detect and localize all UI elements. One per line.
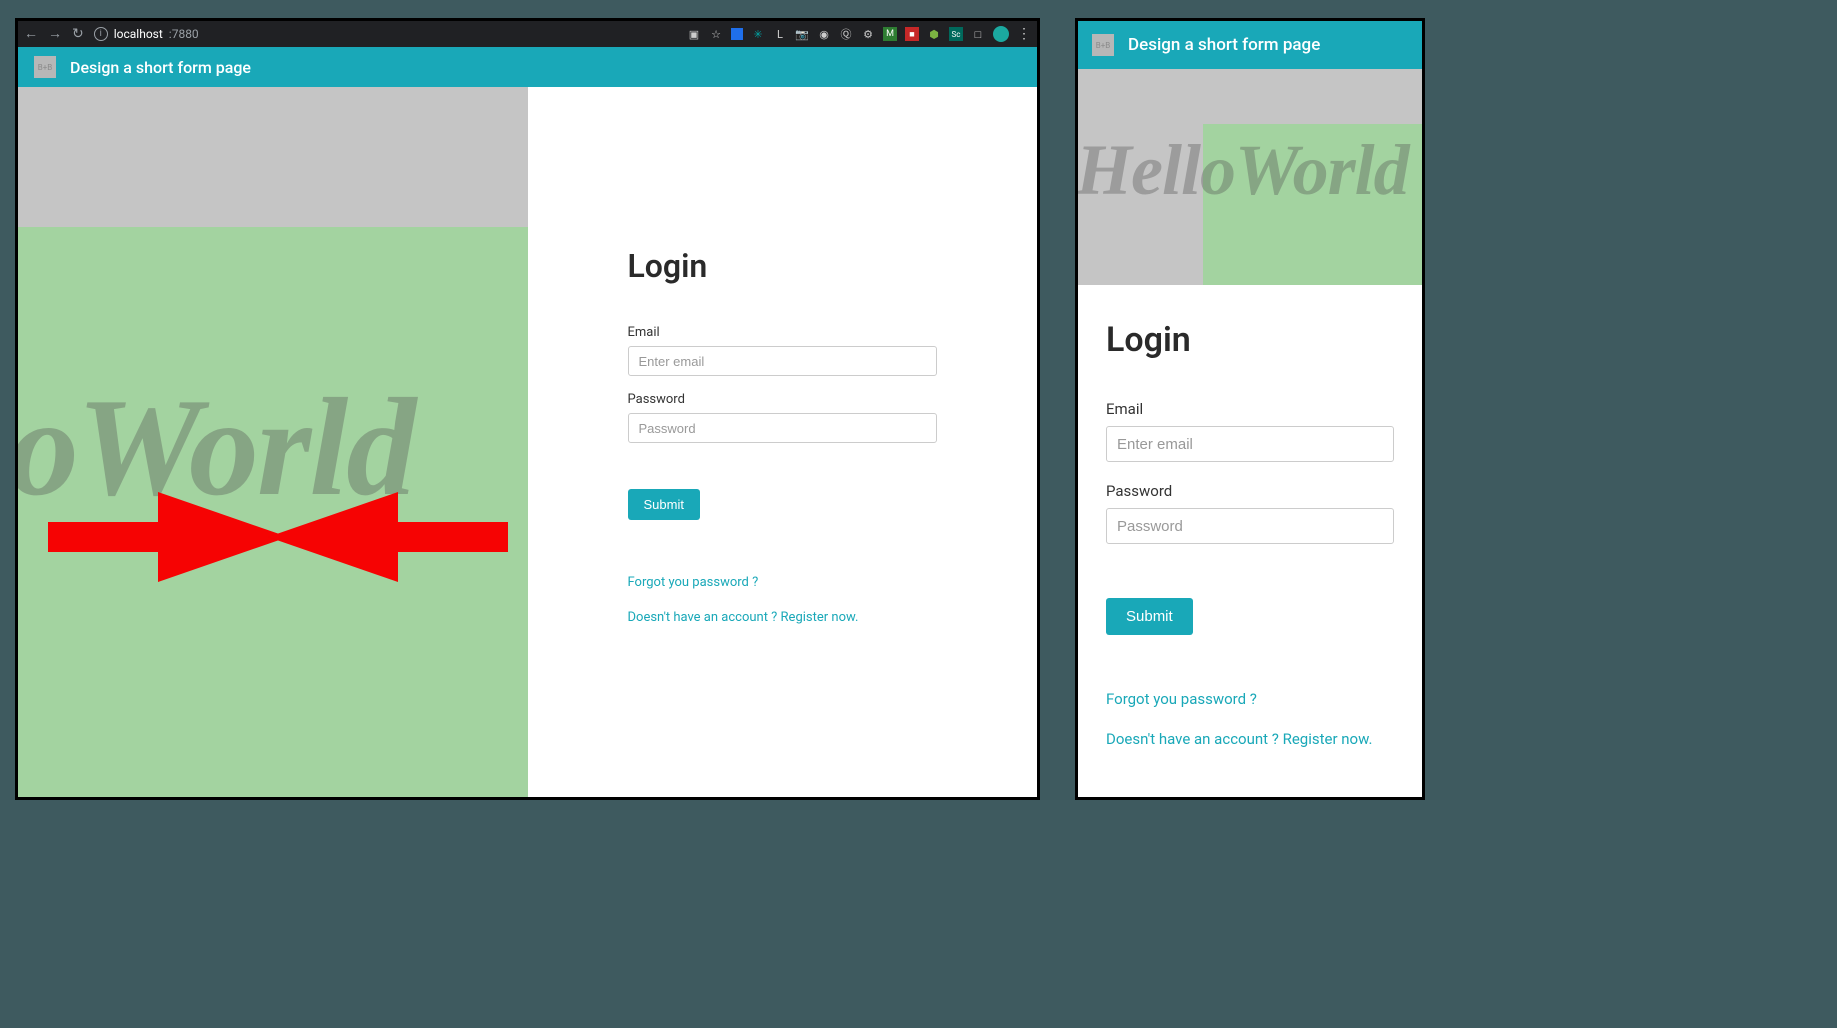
ext-icon-10[interactable]: ⬢ (927, 27, 941, 41)
extension-icons: ▣ ☆ ✳ L 📷 ◉ Ⓠ ⚙ M ■ ⬢ Sc □ ⋮ (687, 26, 1031, 42)
page-title-mobile: Design a short form page (1128, 35, 1320, 55)
login-form-panel: Login Email Password Submit Forgot you p… (528, 87, 1038, 797)
page-title: Design a short form page (70, 58, 251, 77)
login-form-panel-mobile: Login Email Password Submit Forgot you p… (1078, 285, 1422, 790)
hero-panel: HelloWorld (18, 87, 528, 797)
ext-icon-2[interactable]: ✳ (751, 27, 765, 41)
menu-dots-icon[interactable]: ⋮ (1017, 26, 1031, 42)
app-logo-icon: B+B (34, 56, 56, 78)
app-header: B+B Design a short form page (18, 47, 1037, 87)
url-host: localhost (114, 27, 163, 41)
forgot-password-link[interactable]: Forgot you password ? (628, 575, 938, 590)
ext-icon-3[interactable]: L (773, 27, 787, 41)
submit-button-mobile[interactable]: Submit (1106, 598, 1193, 635)
url-field[interactable]: i localhost :7880 (94, 27, 199, 41)
ext-icon-7[interactable]: ⚙ (861, 27, 875, 41)
form-links: Forgot you password ? Doesn't have an ac… (628, 575, 938, 625)
email-field-mobile[interactable] (1106, 426, 1394, 462)
forward-icon[interactable]: → (48, 27, 62, 41)
ext-icon-6[interactable]: Ⓠ (839, 27, 853, 41)
login-heading: Login (628, 247, 938, 285)
reload-icon[interactable]: ↻ (72, 27, 84, 41)
password-label: Password (628, 392, 938, 407)
responsive-arrows-icon (38, 482, 518, 592)
password-label-mobile: Password (1106, 482, 1394, 500)
app-header-mobile: B+B Design a short form page (1078, 21, 1422, 69)
register-link-mobile[interactable]: Doesn't have an account ? Register now. (1106, 730, 1394, 748)
hero-panel-mobile: HelloWorld (1078, 69, 1422, 285)
url-port: :7880 (169, 27, 199, 41)
form-links-mobile: Forgot you password ? Doesn't have an ac… (1106, 690, 1394, 748)
password-field[interactable] (628, 413, 938, 443)
ext-icon-1[interactable] (731, 28, 743, 40)
browser-address-bar: ← → ↻ i localhost :7880 ▣ ☆ ✳ L 📷 ◉ Ⓠ ⚙ M… (18, 21, 1037, 47)
email-label-mobile: Email (1106, 400, 1394, 418)
desktop-browser-window: ← → ↻ i localhost :7880 ▣ ☆ ✳ L 📷 ◉ Ⓠ ⚙ M… (15, 18, 1040, 800)
email-label: Email (628, 325, 938, 340)
register-link[interactable]: Doesn't have an account ? Register now. (628, 610, 938, 625)
app-logo-icon-mobile: B+B (1092, 34, 1114, 56)
login-heading-mobile: Login (1106, 320, 1394, 360)
profile-avatar-icon[interactable] (993, 26, 1009, 42)
site-info-icon[interactable]: i (94, 27, 108, 41)
forgot-password-link-mobile[interactable]: Forgot you password ? (1106, 690, 1394, 708)
mobile-window: B+B Design a short form page HelloWorld … (1075, 18, 1425, 800)
ext-icon-11[interactable]: Sc (949, 27, 963, 41)
password-field-mobile[interactable] (1106, 508, 1394, 544)
ext-icon-9[interactable]: ■ (905, 27, 919, 41)
ext-icon-8[interactable]: M (883, 27, 897, 41)
hero-text-mobile: HelloWorld (1078, 129, 1409, 212)
email-field[interactable] (628, 346, 938, 376)
nav-arrows: ← → ↻ (24, 27, 84, 41)
ext-icon-4[interactable]: 📷 (795, 27, 809, 41)
desktop-body: HelloWorld Login Email Password (18, 87, 1037, 797)
ext-icon-12[interactable]: □ (971, 27, 985, 41)
submit-button[interactable]: Submit (628, 489, 700, 520)
translate-icon[interactable]: ▣ (687, 27, 701, 41)
star-icon[interactable]: ☆ (709, 27, 723, 41)
ext-icon-5[interactable]: ◉ (817, 27, 831, 41)
back-icon[interactable]: ← (24, 27, 38, 41)
